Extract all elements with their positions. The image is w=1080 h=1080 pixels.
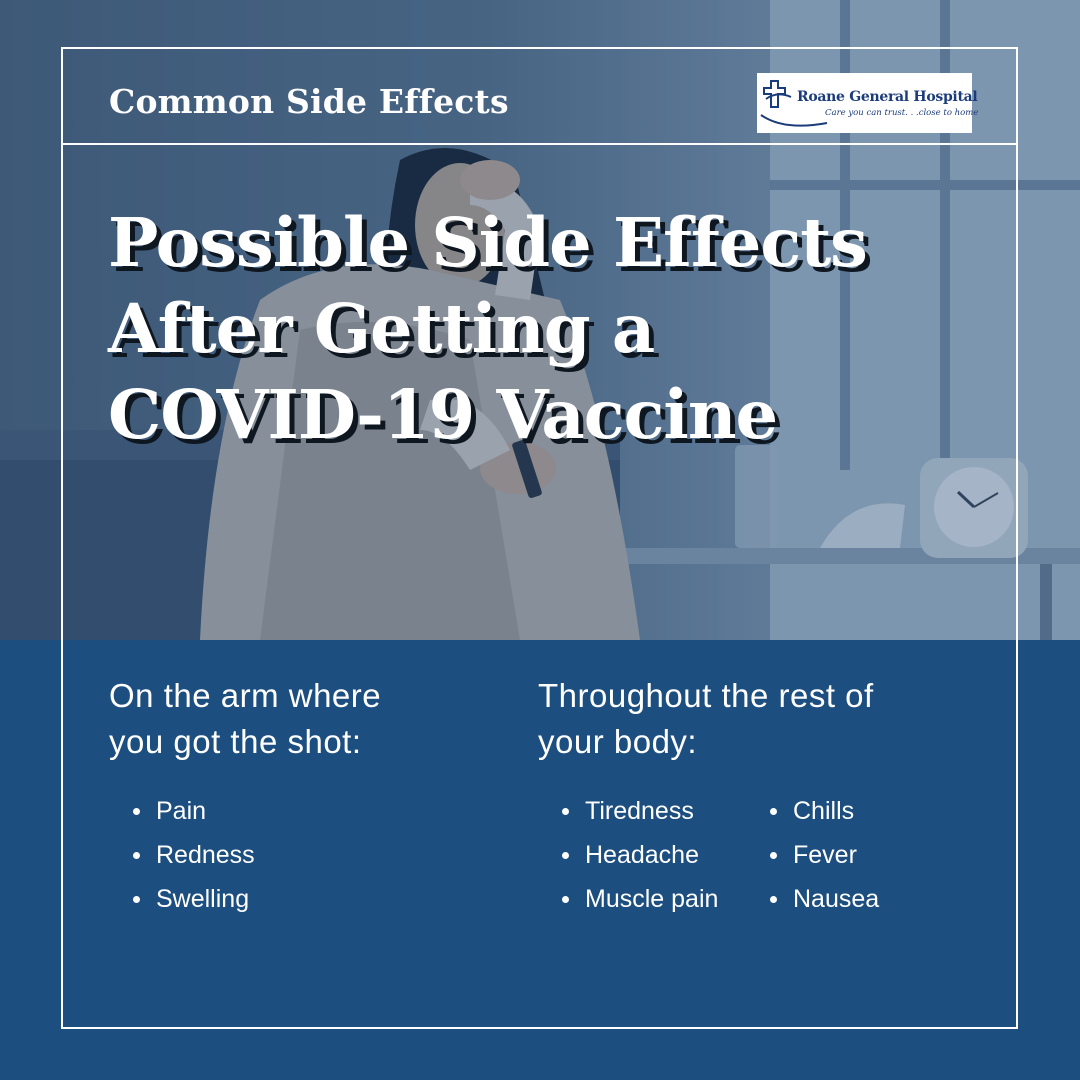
list-item: Muscle pain — [557, 877, 718, 921]
body-side-effects-list: Chills Fever Nausea — [765, 789, 879, 921]
list-item: Headache — [557, 833, 718, 877]
list-item: Tiredness — [557, 789, 718, 833]
page-title: Common Side Effects — [109, 82, 509, 121]
swoosh-icon — [760, 114, 828, 127]
hospital-tagline: Care you can trust. . .close to home — [825, 108, 979, 118]
list-item: Pain — [128, 789, 255, 833]
list-item: Chills — [765, 789, 879, 833]
list-item: Fever — [765, 833, 879, 877]
arm-side-effects-list: Pain Redness Swelling — [128, 789, 255, 921]
headline: Possible Side Effects After Getting a CO… — [108, 200, 868, 458]
body-side-effects-list: Tiredness Headache Muscle pain — [557, 789, 718, 921]
list-item: Nausea — [765, 877, 879, 921]
heading-line: Throughout the rest of — [538, 677, 874, 714]
cross-icon — [763, 80, 792, 108]
headline-line: Possible Side Effects — [108, 203, 868, 282]
body-section-heading: Throughout the rest of your body: — [538, 673, 874, 765]
hospital-logo: Roane General Hospital Care you can trus… — [757, 73, 978, 133]
heading-line: On the arm where — [109, 677, 382, 714]
list-item: Redness — [128, 833, 255, 877]
heading-line: your body: — [538, 723, 698, 760]
arm-section-heading: On the arm where you got the shot: — [109, 673, 381, 765]
headline-line: COVID-19 Vaccine — [108, 375, 778, 454]
hospital-name: Roane General Hospital — [797, 89, 978, 105]
list-item: Swelling — [128, 877, 255, 921]
headline-line: After Getting a — [108, 289, 655, 368]
heading-line: you got the shot: — [109, 723, 362, 760]
header-divider — [61, 143, 1018, 145]
